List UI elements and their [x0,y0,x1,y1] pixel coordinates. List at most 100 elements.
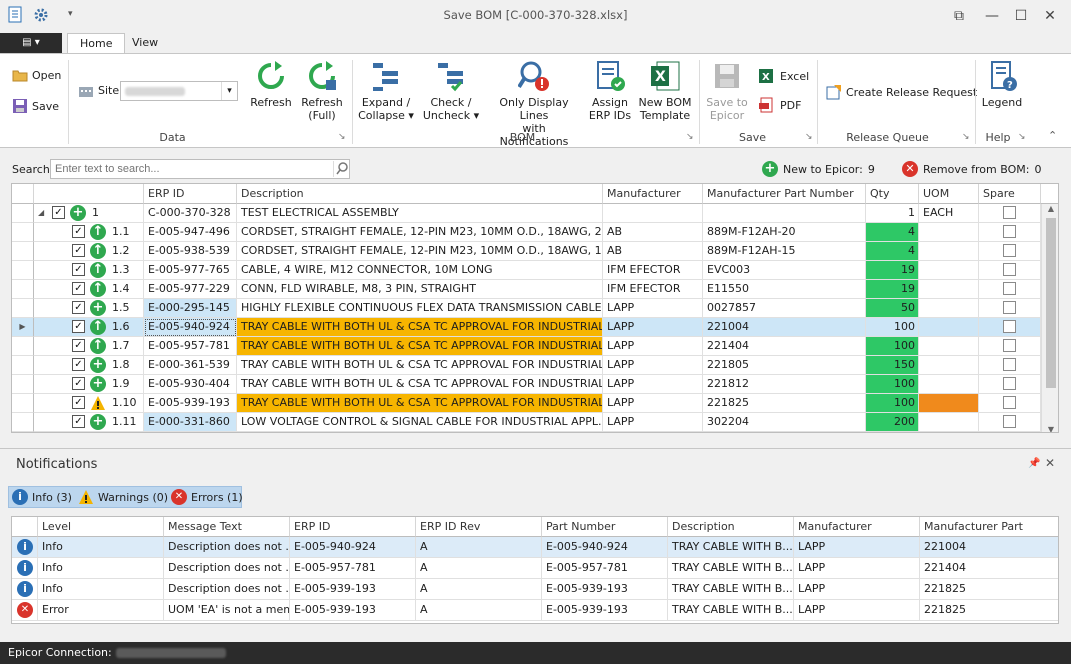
scroll-up-icon[interactable]: ▲ [1042,204,1058,218]
check-uncheck-button[interactable]: Check / Uncheck ▾ [422,60,480,122]
col-header-description[interactable]: Description [237,184,603,204]
cell-qty[interactable]: 200 [866,413,919,432]
ncell-desc[interactable]: TRAY CABLE WITH B... [668,537,794,558]
cell-mpn[interactable]: 221404 [703,337,866,356]
cell-erp[interactable]: E-000-331-860 [144,413,237,432]
col-header-level[interactable]: Level [38,517,164,537]
dialog-launcher-icon[interactable]: ↘ [805,132,813,142]
save-button[interactable]: Save [12,98,59,114]
bom-row[interactable]: ✓ ↑ 1.1 E-005-947-496 CORDSET, STRAIGHT FEMA… [12,223,1041,242]
cell-erp[interactable]: E-005-938-539 [144,242,237,261]
cell-desc[interactable]: LOW VOLTAGE CONTROL & SIGNAL CABLE FOR I… [237,413,603,432]
cell-uom[interactable] [919,223,979,242]
dialog-launcher-icon[interactable]: ↘ [962,132,970,142]
cell-qty[interactable]: 100 [866,394,919,413]
ncell-desc[interactable]: TRAY CABLE WITH B... [668,558,794,579]
row-checkbox[interactable]: ✓ [72,244,85,257]
cell-mpn[interactable]: 302204 [703,413,866,432]
ncell-mpn[interactable]: 221404 [920,558,1058,579]
cell-mfr[interactable]: LAPP [603,375,703,394]
restore-layout-icon[interactable]: ⧉ [946,5,972,27]
pin-icon[interactable]: 📌 [1028,458,1040,469]
bom-row[interactable]: ▶ ✓ ↑ 1.6 E-005-940-924 TRAY CABLE WITH BOTH … [12,318,1041,337]
row-checkbox[interactable]: ✓ [72,301,85,314]
export-excel-button[interactable]: X Excel [758,68,809,84]
tab-home[interactable]: Home [67,33,126,54]
spare-checkbox[interactable] [1003,206,1016,219]
spare-checkbox[interactable] [1003,415,1016,428]
col-header-part-number[interactable]: Part Number [542,517,668,537]
cell-mfr[interactable]: IFM EFECTOR [603,261,703,280]
ncell-msg[interactable]: Description does not ... [164,579,290,600]
site-select[interactable]: ▾ [120,81,238,101]
col-header-mfr-part-number[interactable]: Manufacturer Part Number [703,184,866,204]
cell-erp[interactable]: E-005-930-404 [144,375,237,394]
row-checkbox[interactable]: ✓ [72,396,85,409]
col-header-message-text[interactable]: Message Text [164,517,290,537]
cell-uom[interactable] [919,356,979,375]
spare-checkbox[interactable] [1003,396,1016,409]
ncell-part[interactable]: E-005-940-924 [542,537,668,558]
row-checkbox[interactable]: ✓ [72,263,85,276]
notification-row[interactable]: ✕ErrorUOM 'EA' is not a mem...E-005-939-… [12,600,1058,621]
cell-uom[interactable] [919,318,979,337]
cell-erp[interactable]: E-000-295-145 [144,299,237,318]
bom-row[interactable]: ✓ +1.11 E-000-331-860 LOW VOLTAGE CONTROL &… [12,413,1041,432]
cell-mpn[interactable]: 221825 [703,394,866,413]
cell-mpn[interactable]: 0027857 [703,299,866,318]
cell-desc[interactable]: CABLE, 4 WIRE, M12 CONNECTOR, 10M LONG [237,261,603,280]
spare-checkbox[interactable] [1003,263,1016,276]
cell-desc[interactable]: TRAY CABLE WITH BOTH UL & CSA TC APPROVA… [237,337,603,356]
ncell-msg[interactable]: Description does not ... [164,558,290,579]
cell-desc[interactable]: TRAY CABLE WITH BOTH UL & CSA TC APPROVA… [237,375,603,394]
ncell-level[interactable]: Info [38,579,164,600]
cell-mfr[interactable]: AB [603,242,703,261]
ncell-desc[interactable]: TRAY CABLE WITH B... [668,579,794,600]
spare-checkbox[interactable] [1003,301,1016,314]
ncell-level[interactable]: Error [38,600,164,621]
cell-desc[interactable]: TRAY CABLE WITH BOTH UL & CSA TC APPROVA… [237,356,603,375]
refresh-full-button[interactable]: Refresh (Full) [298,60,346,122]
save-to-epicor-button[interactable]: Save to Epicor [703,60,751,122]
ncell-rev[interactable]: A [416,537,542,558]
minimize-button[interactable]: — [979,5,1005,27]
cell-mfr[interactable]: LAPP [603,394,703,413]
ncell-erp[interactable]: E-005-957-781 [290,558,416,579]
refresh-button[interactable]: Refresh [247,60,295,109]
cell-uom[interactable] [919,242,979,261]
scroll-down-icon[interactable]: ▼ [1042,425,1058,432]
cell-uom[interactable] [919,375,979,394]
cell-qty[interactable]: 19 [866,261,919,280]
cell-mpn[interactable]: 889M-F12AH-15 [703,242,866,261]
row-checkbox[interactable]: ✓ [72,358,85,371]
bom-row[interactable]: ✓ 1.10 E-005-939-193 TRAY CABLE WITH BOTH U… [12,394,1041,413]
cell-uom[interactable] [919,261,979,280]
cell-erp[interactable]: E-005-977-765 [144,261,237,280]
collapse-ribbon-icon[interactable]: ⌃ [1048,129,1057,142]
ncell-part[interactable]: E-005-939-193 [542,600,668,621]
file-menu-button[interactable]: ▤ ▾ [0,33,62,53]
expand-collapse-button[interactable]: Expand / Collapse ▾ [357,60,415,122]
cell-mfr[interactable]: LAPP [603,318,703,337]
ncell-erp[interactable]: E-005-939-193 [290,579,416,600]
dialog-launcher-icon[interactable]: ↘ [338,132,346,142]
spare-checkbox[interactable] [1003,320,1016,333]
ncell-msg[interactable]: UOM 'EA' is not a mem... [164,600,290,621]
cell-mfr[interactable]: LAPP [603,413,703,432]
col-header-qty[interactable]: Qty [866,184,919,204]
cell-uom[interactable] [919,394,979,413]
notification-row[interactable]: i Info Description does not ... E-005-939-1… [12,579,1058,600]
filter-errors-button[interactable]: ✕ Errors (1) [171,489,243,505]
row-checkbox[interactable]: ✓ [72,282,85,295]
filter-warnings-button[interactable]: Warnings (0) [78,489,168,505]
cell-qty[interactable]: 19 [866,280,919,299]
row-checkbox[interactable]: ✓ [72,225,85,238]
ncell-mfr[interactable]: LAPP [794,537,920,558]
ncell-part[interactable]: E-005-957-781 [542,558,668,579]
ncell-mfr[interactable]: LAPP [794,600,920,621]
col-header-erp-id[interactable]: ERP ID [290,517,416,537]
cell-qty[interactable]: 150 [866,356,919,375]
ncell-mpn[interactable]: 221825 [920,600,1058,621]
close-button[interactable]: ✕ [1037,5,1063,27]
cell-mfr[interactable]: AB [603,223,703,242]
